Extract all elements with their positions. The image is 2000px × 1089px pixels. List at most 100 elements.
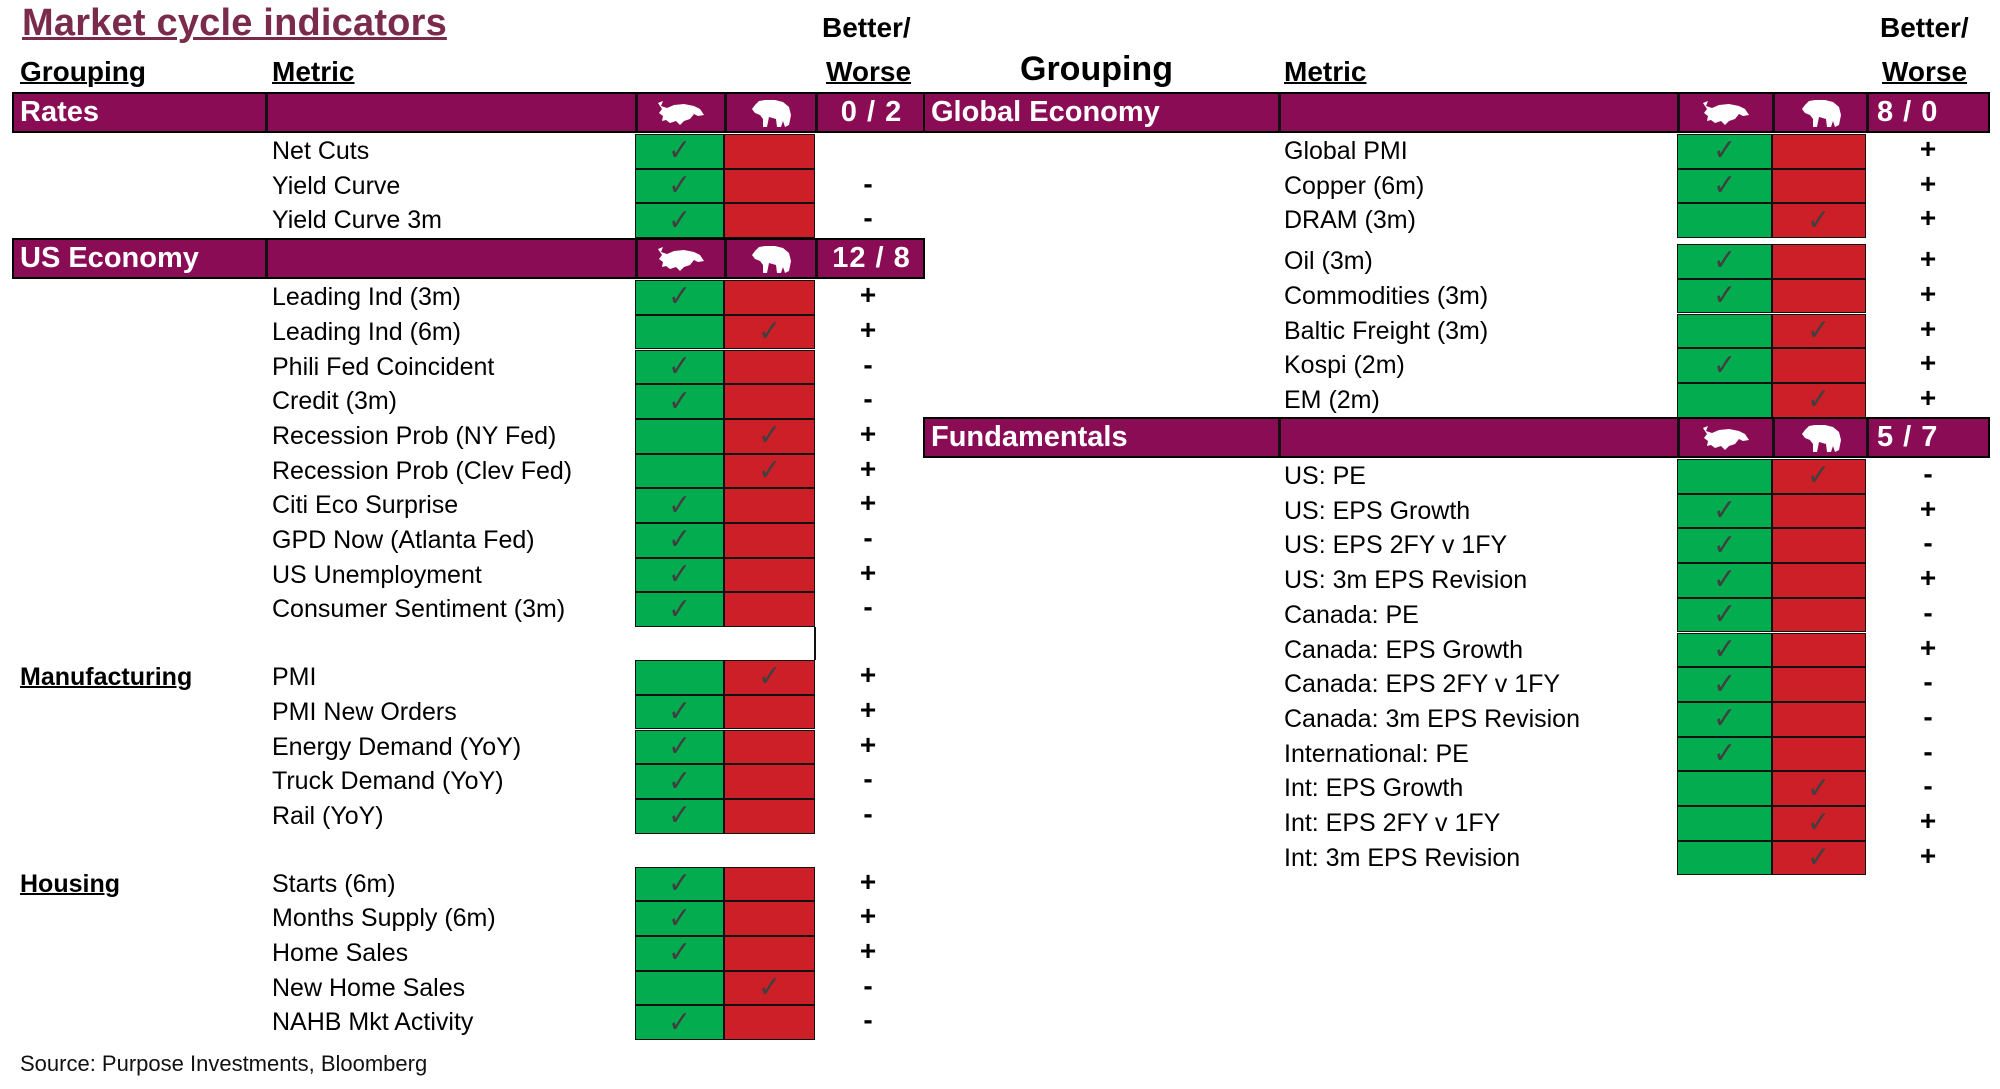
bull-signal-cell: ✓ (635, 901, 724, 936)
metric-label: Kospi (2m) (1284, 351, 1405, 380)
bear-signal-cell (724, 384, 815, 419)
better-worse-indicator: - (1923, 458, 1933, 489)
section-title: Rates (20, 96, 99, 128)
bull-signal-cell: ✓ (1677, 528, 1772, 564)
better-worse-indicator: - (1923, 735, 1933, 767)
bull-signal-cell (1677, 313, 1772, 349)
better-worse-indicator: - (863, 763, 873, 795)
metric-label: Citi Eco Surprise (272, 491, 459, 520)
checkmark-icon: ✓ (668, 901, 691, 935)
checkmark-icon: ✓ (668, 384, 691, 418)
better-worse-indicator: - (863, 522, 873, 553)
bull-signal-cell: ✓ (635, 280, 724, 315)
bear-signal-cell (1772, 493, 1866, 529)
checkmark-icon: ✓ (1713, 632, 1736, 666)
better-worse-indicator: + (1919, 805, 1937, 836)
checkmark-icon: ✓ (1713, 244, 1736, 278)
bull-signal-cell: ✓ (1677, 597, 1772, 633)
better-worse-indicator: + (1919, 562, 1937, 594)
bull-signal-cell: ✓ (635, 936, 724, 971)
better-worse-indicator: - (1923, 527, 1933, 559)
section-metric-spacer (1278, 419, 1677, 456)
checkmark-icon: ✓ (668, 695, 691, 729)
bull-signal-cell (635, 970, 724, 1006)
better-worse-indicator: - (863, 591, 873, 623)
checkmark-icon: ✓ (1713, 134, 1736, 168)
bear-signal-cell (1772, 244, 1866, 279)
bull-signal-cell: ✓ (1677, 278, 1772, 314)
metric-label: Recession Prob (NY Fed) (272, 421, 557, 450)
bear-signal-cell: ✓ (724, 418, 815, 454)
bull-signal-cell (1677, 203, 1772, 239)
metric-label: Credit (3m) (272, 387, 398, 416)
bull-icon (635, 240, 724, 278)
metric-label: Rail (YoY) (272, 801, 384, 830)
left-better-worse-header-line2: Worse (826, 56, 912, 87)
metric-label: DRAM (3m) (1284, 206, 1416, 235)
bear-signal-cell: ✓ (1772, 459, 1866, 494)
checkmark-icon: ✓ (1713, 563, 1736, 597)
bull-signal-cell: ✓ (1677, 563, 1772, 598)
metric-label: Global PMI (1284, 137, 1408, 165)
section-metric-spacer (265, 240, 635, 278)
bull-signal-cell: ✓ (1677, 244, 1772, 279)
metric-label: Truck Demand (YoY) (272, 767, 504, 796)
bull-signal-cell: ✓ (635, 203, 724, 239)
group-label-manufacturing: Manufacturing (20, 663, 193, 692)
better-worse-indicator: + (1919, 277, 1937, 309)
bear-signal-cell (724, 488, 815, 523)
bull-signal-cell (1677, 806, 1772, 841)
bull-icon (635, 94, 724, 131)
section-score: 8 / 0 (1866, 94, 1990, 131)
metric-label: Leading Ind (6m) (272, 317, 462, 346)
right-better-worse-header-line1: Better/ (1880, 12, 1969, 43)
metric-label: Int: 3m EPS Revision (1284, 843, 1521, 872)
better-worse-indicator: - (863, 167, 873, 199)
better-worse-indicator: + (859, 659, 877, 691)
bear-signal-cell (1772, 348, 1866, 383)
bull-signal-cell: ✓ (635, 764, 724, 799)
bear-signal-cell: ✓ (724, 660, 815, 695)
bear-signal-cell: ✓ (724, 453, 815, 489)
metric-label: Starts (6m) (272, 869, 396, 898)
metric-label: Net Cuts (272, 137, 370, 165)
bear-icon (1772, 419, 1866, 456)
bear-icon (724, 240, 815, 278)
metric-label: PMI New Orders (272, 697, 457, 726)
metric-label: US Unemployment (272, 560, 482, 589)
checkmark-icon: ✓ (1713, 169, 1736, 203)
better-worse-indicator: + (1919, 839, 1937, 871)
bear-signal-cell (724, 729, 815, 765)
metric-label: Copper (6m) (1284, 171, 1425, 200)
page-title: Market cycle indicators (22, 2, 447, 44)
section-score: 5 / 7 (1866, 419, 1990, 456)
metric-label: Canada: EPS 2FY v 1FY (1284, 670, 1561, 699)
checkmark-icon: ✓ (758, 971, 781, 1005)
bear-signal-cell (724, 557, 815, 593)
metric-label: Leading Ind (3m) (272, 283, 462, 312)
checkmark-icon: ✓ (1713, 598, 1736, 632)
checkmark-icon: ✓ (1807, 771, 1831, 805)
better-worse-indicator: - (1923, 596, 1933, 628)
section-score: 0 / 2 (815, 94, 925, 131)
bull-signal-cell: ✓ (635, 557, 724, 593)
better-worse-indicator: + (1919, 243, 1937, 275)
checkmark-icon: ✓ (668, 1005, 691, 1039)
section-header-fundamentals: Fundamentals 5 / 7 (923, 417, 1990, 458)
better-worse-indicator: - (1923, 700, 1933, 732)
better-worse-indicator: - (863, 969, 873, 1001)
bull-signal-cell (1677, 840, 1772, 876)
right-better-worse-header-line2: Worse (1882, 56, 1968, 87)
metric-label: US: EPS 2FY v 1FY (1284, 531, 1508, 560)
bear-signal-cell (724, 866, 815, 902)
metric-label: Canada: EPS Growth (1284, 635, 1524, 664)
right-grouping-header: Grouping (1020, 50, 1173, 88)
bull-signal-cell: ✓ (635, 694, 724, 730)
bull-signal-cell: ✓ (1677, 493, 1772, 529)
better-worse-indicator: + (1919, 167, 1937, 199)
better-worse-indicator: - (863, 797, 873, 829)
checkmark-icon: ✓ (1807, 313, 1831, 347)
metric-label: Baltic Freight (3m) (1284, 316, 1489, 345)
bull-signal-cell: ✓ (1677, 667, 1772, 702)
bear-signal-cell (724, 694, 815, 730)
